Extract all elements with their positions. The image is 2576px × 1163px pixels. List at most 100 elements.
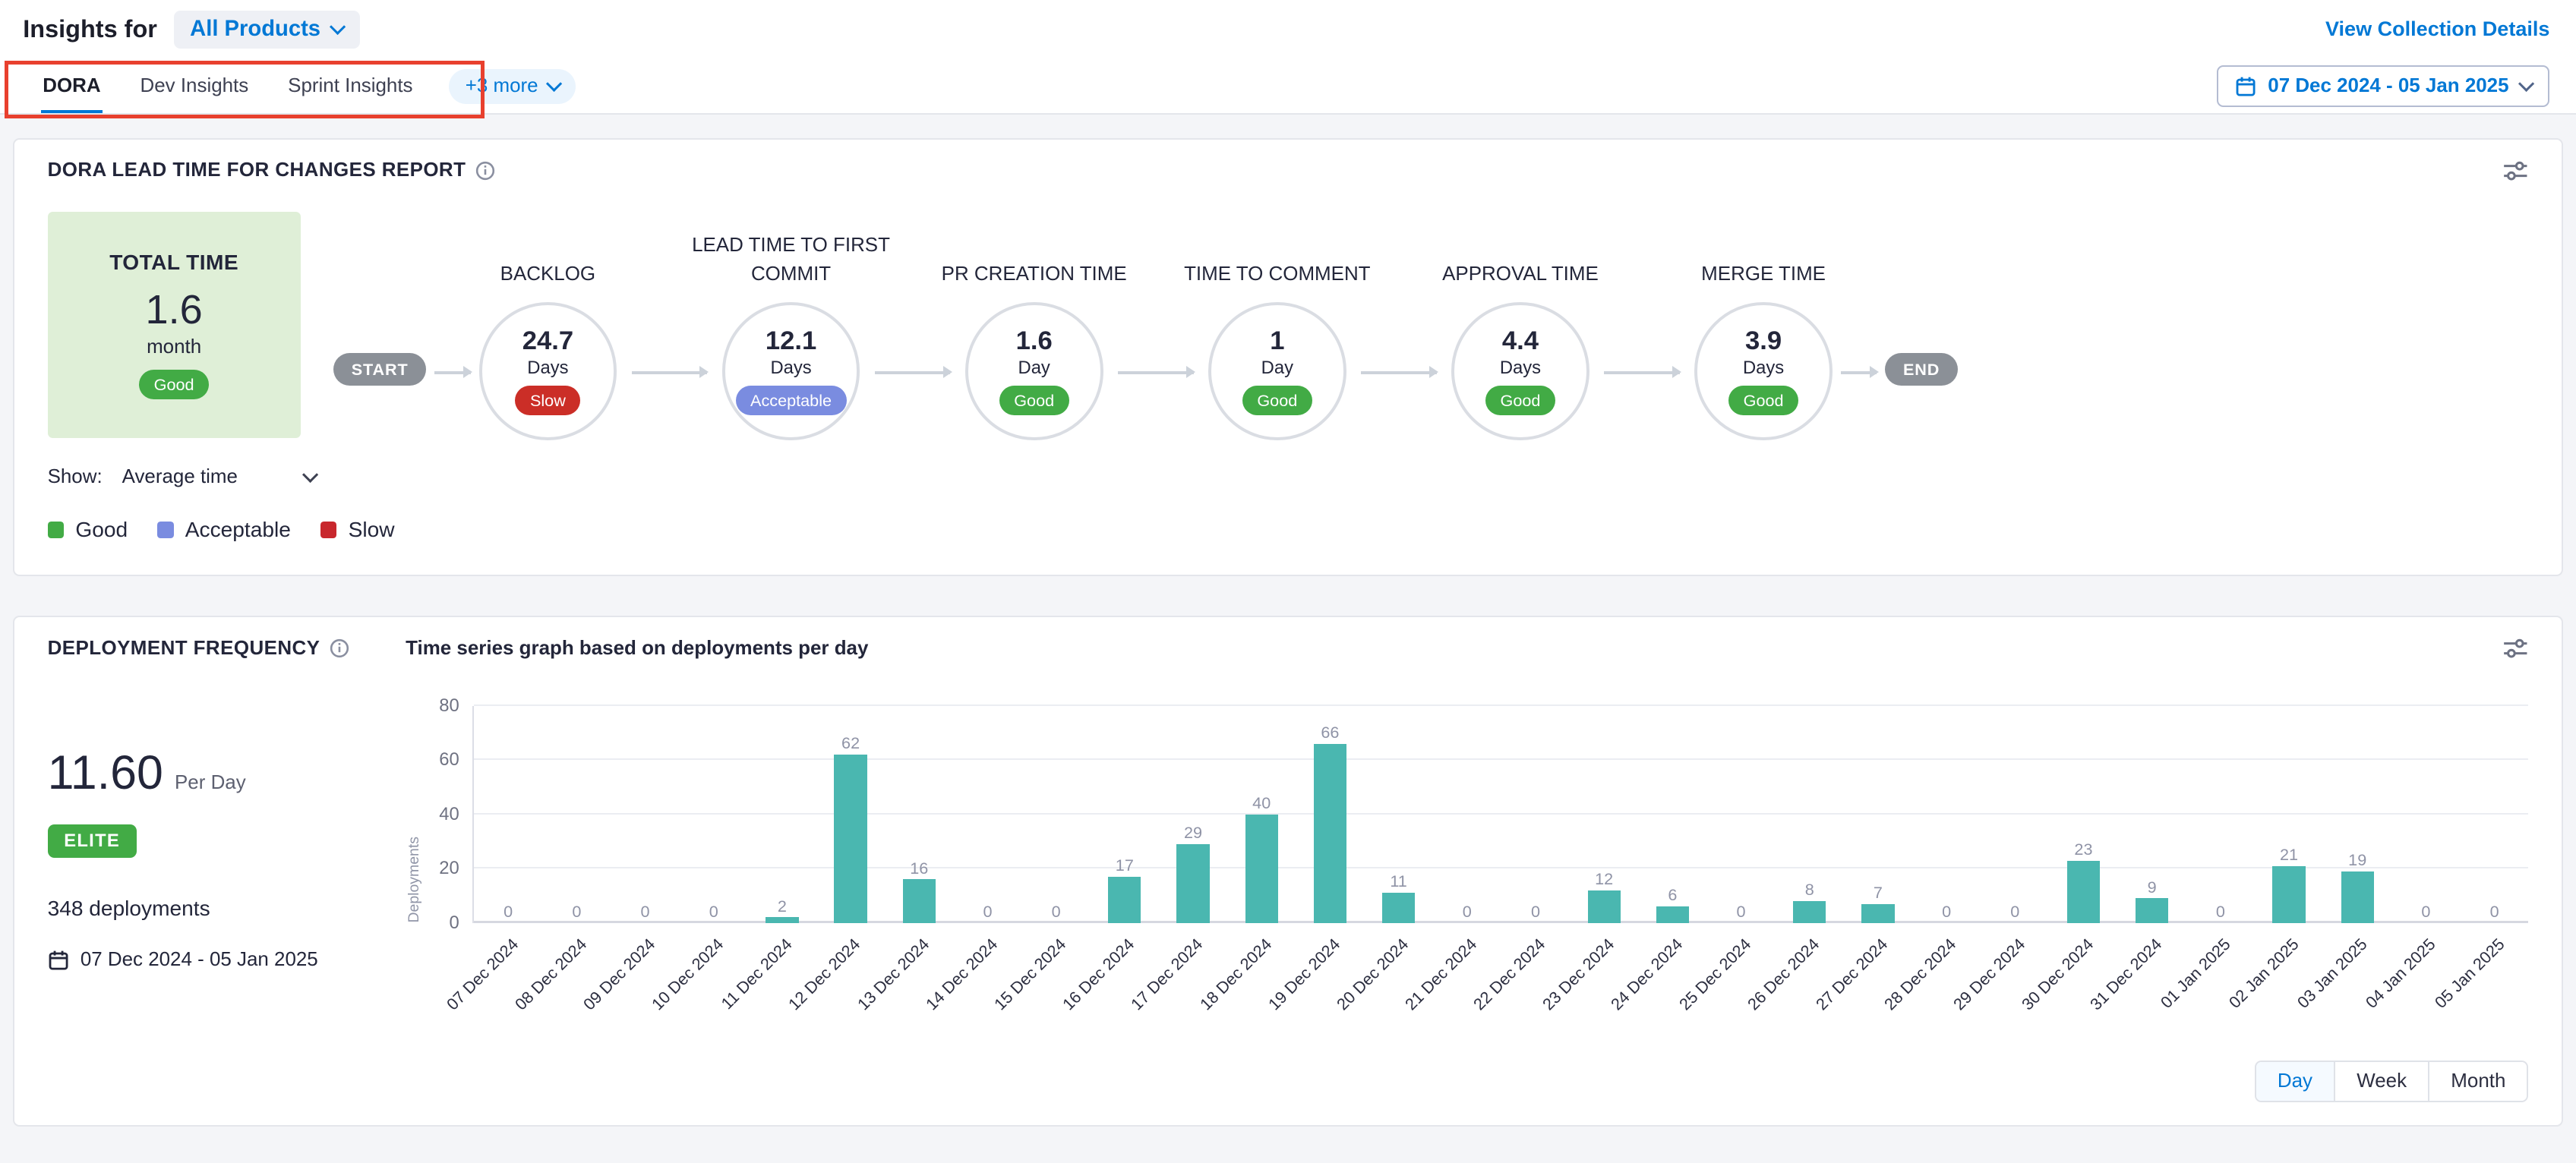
granularity-day-button[interactable]: Day <box>2256 1062 2334 1101</box>
stage-unit: Days <box>1743 358 1784 379</box>
legend-item-slow: Slow <box>320 518 395 542</box>
stage-circle[interactable]: 1 Day Good <box>1208 302 1346 440</box>
deployment-bar[interactable] <box>2272 866 2305 923</box>
bar-value-label: 0 <box>1531 903 1540 920</box>
bar-value-label: 0 <box>572 903 581 920</box>
bar-slot: 624 Dec 2024 <box>1638 706 1706 923</box>
bar-slot: 6619 Dec 2024 <box>1296 706 1364 923</box>
deployment-bar[interactable] <box>903 879 936 922</box>
bar-value-label: 0 <box>1942 903 1951 920</box>
status-legend: Good Acceptable Slow <box>48 518 2529 542</box>
bar-slot: 022 Dec 2024 <box>1501 706 1570 923</box>
legend-label: Slow <box>349 518 395 542</box>
bar-value-label: 19 <box>2348 852 2366 868</box>
legend-swatch <box>320 522 337 538</box>
status-badge: Good <box>139 370 209 399</box>
stage-circle[interactable]: 1.6 Day Good <box>965 302 1103 440</box>
bar-slot: 211 Dec 2024 <box>748 706 816 923</box>
y-axis: 020406080 <box>423 706 472 923</box>
status-badge: Good <box>1485 386 1555 415</box>
bar-slot: 014 Dec 2024 <box>953 706 1021 923</box>
y-axis-tick-label: 60 <box>439 749 459 771</box>
deployment-summary: 11.60 Per Day ELITE 348 deployments 07 D… <box>48 667 406 1057</box>
deployment-bar[interactable] <box>2341 871 2374 923</box>
bar-value-label: 0 <box>1463 903 1472 920</box>
deployment-bar[interactable] <box>1382 893 1415 922</box>
deployment-bar[interactable] <box>1861 904 1894 923</box>
view-collection-details-link[interactable]: View Collection Details <box>2325 17 2549 41</box>
stage-label: LEAD TIME TO FIRST COMMIT <box>668 232 914 288</box>
show-metric-select[interactable]: Average time <box>122 466 316 488</box>
stage-unit: Days <box>770 358 811 379</box>
flow-arrow <box>1841 371 1877 374</box>
deployment-bar[interactable] <box>1176 844 1209 923</box>
bar-slot: 029 Dec 2024 <box>1981 706 2049 923</box>
info-icon[interactable] <box>330 638 349 658</box>
stage-circle[interactable]: 12.1 Days Acceptable <box>722 302 860 440</box>
tab-sprint-insights[interactable]: Sprint Insights <box>268 59 432 114</box>
page-title: Insights for <box>23 15 157 43</box>
bar-slot: 1223 Dec 2024 <box>1570 706 1638 923</box>
bar-value-label: 29 <box>1184 824 1202 841</box>
deployment-bar[interactable] <box>766 917 798 922</box>
deployment-bar[interactable] <box>1588 890 1621 923</box>
deployment-frequency-card: DEPLOYMENT FREQUENCY Time series graph b… <box>13 616 2562 1127</box>
chart-title: Time series graph based on deployments p… <box>406 638 868 660</box>
bar-slot: 826 Dec 2024 <box>1776 706 1844 923</box>
bar-value-label: 17 <box>1116 857 1134 874</box>
granularity-week-button[interactable]: Week <box>2334 1062 2428 1101</box>
info-icon[interactable] <box>475 161 495 181</box>
chart-settings-icon[interactable] <box>2502 637 2529 660</box>
status-badge: Acceptable <box>736 386 847 415</box>
stage-circle[interactable]: 4.4 Days Good <box>1451 302 1589 440</box>
deployment-bar[interactable] <box>1656 906 1689 922</box>
bar-value-label: 16 <box>910 860 928 877</box>
bar-slot: 1120 Dec 2024 <box>1364 706 1432 923</box>
stage-approval-time: APPROVAL TIME 4.4 Days Good <box>1451 302 1589 440</box>
stage-value: 3.9 <box>1745 326 1782 356</box>
bar-slot: 727 Dec 2024 <box>1844 706 1912 923</box>
bar-value-label: 0 <box>709 903 718 920</box>
deployment-bar[interactable] <box>2067 861 2100 923</box>
tab-dora[interactable]: DORA <box>23 59 120 114</box>
chart-settings-icon[interactable] <box>2502 159 2529 182</box>
status-badge: Good <box>1728 386 1798 415</box>
stage-pr-creation-time: PR CREATION TIME 1.6 Day Good <box>965 302 1103 440</box>
stage-circle[interactable]: 24.7 Days Slow <box>479 302 617 440</box>
more-tabs-dropdown[interactable]: +3 more <box>449 69 576 104</box>
deployment-bar[interactable] <box>1108 877 1141 923</box>
bar-slot: 005 Jan 2025 <box>2460 706 2528 923</box>
deployment-bar[interactable] <box>2136 898 2168 922</box>
bar-slot: 010 Dec 2024 <box>680 706 748 923</box>
deployment-bar[interactable] <box>1314 744 1346 923</box>
deployment-bar[interactable] <box>834 755 867 922</box>
bar-value-label: 9 <box>2148 879 2157 896</box>
tier-badge: ELITE <box>48 824 137 857</box>
granularity-toggle: Day Week Month <box>48 1061 2529 1102</box>
chevron-down-icon <box>545 76 561 92</box>
stage-value: 1.6 <box>1016 326 1053 356</box>
legend-label: Good <box>75 518 128 542</box>
y-axis-tick-label: 0 <box>450 912 459 934</box>
deployment-bar[interactable] <box>1245 815 1278 923</box>
tab-dev-insights[interactable]: Dev Insights <box>121 59 269 114</box>
flow-arrow <box>632 371 708 374</box>
granularity-month-button[interactable]: Month <box>2428 1062 2527 1101</box>
status-badge: Good <box>1242 386 1312 415</box>
deployment-chart: Deployments 020406080 007 Dec 2024008 De… <box>406 667 2528 1057</box>
legend-item-good: Good <box>48 518 128 542</box>
insight-tabs: DORA Dev Insights Sprint Insights +3 mor… <box>0 59 2576 115</box>
bar-slot: 1716 Dec 2024 <box>1091 706 1159 923</box>
product-selector-dropdown[interactable]: All Products <box>174 11 360 49</box>
bar-value-label: 0 <box>2490 903 2499 920</box>
bar-value-label: 8 <box>1805 881 1814 898</box>
bar-value-label: 0 <box>2216 903 2225 920</box>
stage-circle[interactable]: 3.9 Days Good <box>1694 302 1833 440</box>
bar-slot: 008 Dec 2024 <box>542 706 611 923</box>
deployments-total: 348 deployments <box>48 897 406 921</box>
stage-unit: Days <box>1500 358 1541 379</box>
deployment-bar[interactable] <box>1793 901 1826 923</box>
status-badge: Good <box>999 386 1069 415</box>
date-range-picker[interactable]: 07 Dec 2024 - 05 Jan 2025 <box>2217 65 2549 107</box>
deployment-date-range-value: 07 Dec 2024 - 05 Jan 2025 <box>80 949 318 971</box>
